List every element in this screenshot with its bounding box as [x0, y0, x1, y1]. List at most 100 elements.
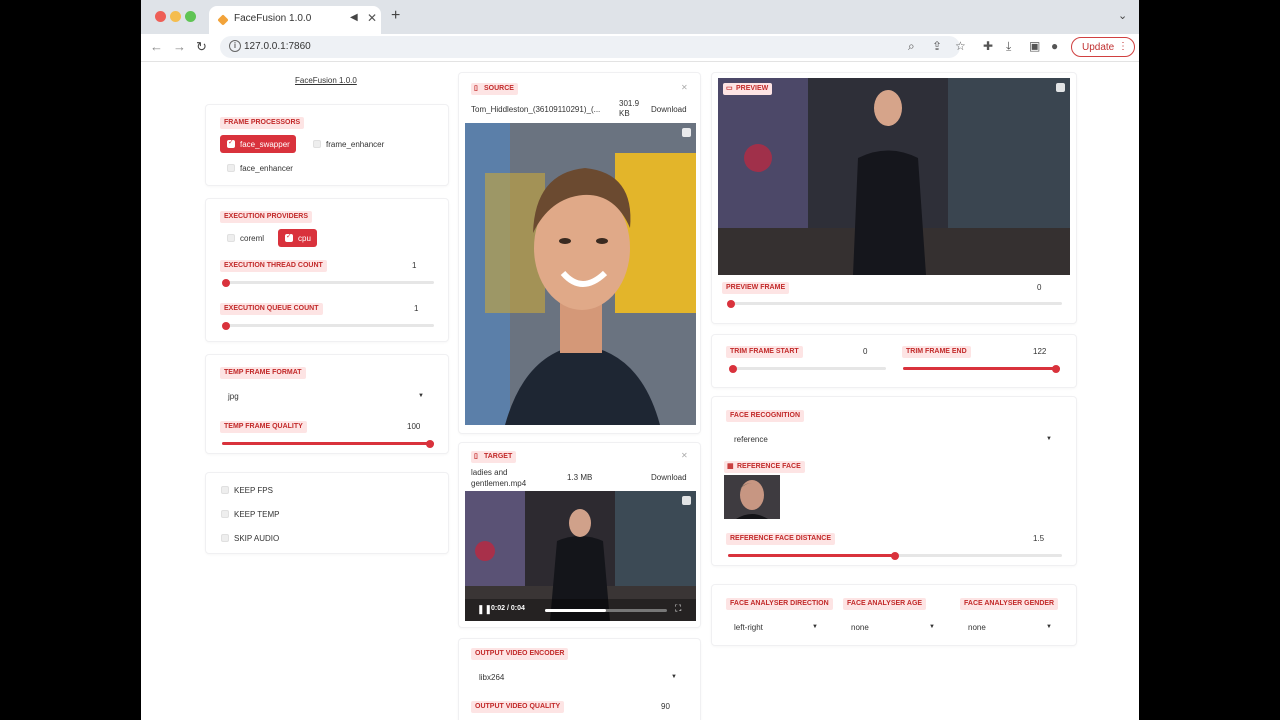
update-label: Update: [1082, 42, 1115, 53]
face-analyser-age-label: FACE ANALYSER AGE: [843, 598, 927, 610]
keep-temp-checkbox[interactable]: KEEP TEMP: [214, 505, 286, 523]
target-filename: ladies and gentlemen.mp4: [471, 468, 527, 488]
face-recognition-label: FACE RECOGNITION: [726, 410, 805, 422]
coreml-checkbox[interactable]: coreml: [220, 229, 271, 247]
frame-enhancer-checkbox[interactable]: frame_enhancer: [306, 135, 391, 153]
output-video-encoder-dropdown[interactable]: libx264 ▼: [471, 668, 687, 686]
preview-corner-icon[interactable]: [1056, 83, 1065, 92]
face-analyser-direction-dropdown[interactable]: left-right ▼: [726, 618, 828, 636]
extensions-icon[interactable]: ✚: [983, 39, 993, 53]
face-analyser-gender-label: FACE ANALYSER GENDER: [960, 598, 1059, 610]
video-corner-icon[interactable]: [682, 496, 691, 505]
file-icon: ▯: [474, 85, 478, 92]
profile-avatar-icon[interactable]: ●: [1051, 39, 1058, 53]
temp-frame-quality-label: TEMP FRAME QUALITY: [220, 421, 307, 433]
site-info-icon[interactable]: i: [229, 40, 241, 52]
chevron-down-icon[interactable]: ⌄: [1118, 9, 1127, 22]
reference-face-thumbnail[interactable]: [724, 475, 780, 519]
face-recognition-dropdown[interactable]: reference ▼: [726, 430, 1062, 448]
preview-frame-slider[interactable]: [727, 299, 1062, 308]
trim-frame-start-label: TRIM FRAME START: [726, 346, 803, 358]
source-download-link[interactable]: Download: [651, 105, 687, 114]
execution-card: EXECUTION PROVIDERS coreml cpu EXECUTION…: [205, 198, 449, 342]
face-analyser-direction-label: FACE ANALYSER DIRECTION: [726, 598, 833, 610]
queue-count-label: EXECUTION QUEUE COUNT: [220, 303, 323, 315]
back-icon[interactable]: ←: [150, 39, 163, 54]
forward-icon[interactable]: →: [173, 39, 186, 54]
execution-providers-label: EXECUTION PROVIDERS: [220, 211, 313, 223]
preview-frame-value[interactable]: 0: [1037, 283, 1041, 292]
speaker-icon[interactable]: ◀: [350, 12, 358, 23]
temp-frame-format-dropdown[interactable]: jpg ▼: [220, 387, 434, 405]
dropdown-caret-icon: ▼: [671, 674, 677, 680]
close-tab-icon[interactable]: ✕: [367, 11, 377, 25]
face-analyser-gender-dropdown[interactable]: none ▼: [960, 618, 1062, 636]
image-icon: ▭: [726, 85, 733, 92]
app-title-link[interactable]: FaceFusion 1.0.0: [295, 76, 357, 85]
trim-frame-end-label: TRIM FRAME END: [902, 346, 971, 358]
temp-frame-quality-slider[interactable]: [222, 439, 434, 448]
close-window-button[interactable]: [155, 11, 166, 22]
bookmark-star-icon[interactable]: ☆: [955, 39, 966, 53]
temp-frame-card: TEMP FRAME FORMAT jpg ▼ TEMP FRAME QUALIT…: [205, 354, 449, 454]
minimize-window-button[interactable]: [170, 11, 181, 22]
trim-frame-end-value[interactable]: 122: [1033, 347, 1046, 356]
browser-toolbar: ← → ↻ i 127.0.0.1:7860 ⌕ ⇪ ☆ ✚ ⤓ ▣ ● Upd…: [141, 34, 1139, 62]
fullscreen-icon[interactable]: ⛶: [675, 603, 681, 614]
preview-card: ▭ PREVIEW PREVIEW FRAME 0: [711, 72, 1077, 324]
queue-count-slider[interactable]: [222, 321, 434, 330]
zoom-icon[interactable]: ⌕: [908, 39, 915, 54]
reference-face-distance-slider[interactable]: [728, 551, 1062, 560]
thread-count-slider[interactable]: [222, 278, 434, 287]
image-corner-icon[interactable]: [682, 128, 691, 137]
reload-icon[interactable]: ↻: [196, 39, 207, 55]
temp-frame-quality-value[interactable]: 100: [407, 422, 420, 431]
skip-audio-checkbox[interactable]: SKIP AUDIO: [214, 529, 286, 547]
video-progress-bar[interactable]: [545, 609, 667, 612]
keep-fps-checkbox[interactable]: KEEP FPS: [214, 481, 279, 499]
face-enhancer-checkbox[interactable]: face_enhancer: [220, 159, 299, 177]
address-bar[interactable]: i 127.0.0.1:7860 ⌕ ⇪ ☆: [220, 36, 966, 58]
maximize-window-button[interactable]: [185, 11, 196, 22]
face-analyser-card: FACE ANALYSER DIRECTION left-right ▼ FACE…: [711, 584, 1077, 646]
clear-source-icon[interactable]: ✕: [681, 83, 688, 92]
download-icon[interactable]: ⤓: [1006, 39, 1011, 54]
play-pause-icon[interactable]: ❚❚: [477, 604, 492, 615]
reference-face-label: ▦ REFERENCE FACE: [724, 461, 805, 473]
queue-count-value[interactable]: 1: [414, 304, 418, 313]
clear-target-icon[interactable]: ✕: [681, 451, 688, 460]
face-swapper-checkbox[interactable]: face_swapper: [220, 135, 296, 153]
output-video-quality-value[interactable]: 90: [661, 702, 670, 711]
cpu-checkbox[interactable]: cpu: [278, 229, 317, 247]
preview-image: ▭ PREVIEW: [718, 78, 1070, 275]
trim-frame-end-slider[interactable]: [903, 364, 1060, 373]
target-download-link[interactable]: Download: [651, 473, 687, 482]
video-time: 0:02 / 0:04: [491, 605, 525, 612]
thread-count-value[interactable]: 1: [412, 261, 416, 270]
face-analyser-age-dropdown[interactable]: none ▼: [843, 618, 945, 636]
reference-face-distance-label: REFERENCE FACE DISTANCE: [726, 533, 835, 545]
facefusion-favicon-icon: [217, 14, 229, 26]
sidebar-icon[interactable]: ▣: [1029, 39, 1040, 53]
target-video[interactable]: ❚❚ 0:02 / 0:04 ⛶: [465, 491, 696, 621]
dropdown-caret-icon: ▼: [418, 393, 424, 399]
trim-frame-start-value[interactable]: 0: [863, 347, 867, 356]
video-controls: ❚❚ 0:02 / 0:04 ⛶: [465, 599, 696, 621]
temp-frame-format-label: TEMP FRAME FORMAT: [220, 367, 306, 379]
new-tab-icon[interactable]: +: [391, 7, 400, 25]
frame-processors-card: FRAME PROCESSORS face_swapper frame_enha…: [205, 104, 449, 186]
gallery-icon: ▦: [727, 463, 734, 470]
target-label: ▯ TARGET: [471, 451, 517, 463]
trim-frame-start-slider[interactable]: [729, 364, 886, 373]
dropdown-caret-icon: ▼: [929, 624, 935, 630]
dropdown-caret-icon: ▼: [1046, 624, 1052, 630]
output-video-quality-label: OUTPUT VIDEO QUALITY: [471, 701, 565, 713]
target-card: ▯ TARGET ✕ ladies and gentlemen.mp4 1.3 M…: [458, 442, 701, 628]
more-menu-icon[interactable]: ⋮: [1118, 41, 1128, 52]
update-button[interactable]: Update ⋮: [1071, 37, 1135, 57]
share-icon[interactable]: ⇪: [932, 39, 942, 53]
frame-processors-label: FRAME PROCESSORS: [220, 117, 305, 129]
reference-face-distance-value[interactable]: 1.5: [1033, 534, 1044, 543]
browser-tab[interactable]: FaceFusion 1.0.0 ◀ ✕: [209, 6, 381, 34]
app-title-bar: FaceFusion 1.0.0: [205, 70, 449, 94]
